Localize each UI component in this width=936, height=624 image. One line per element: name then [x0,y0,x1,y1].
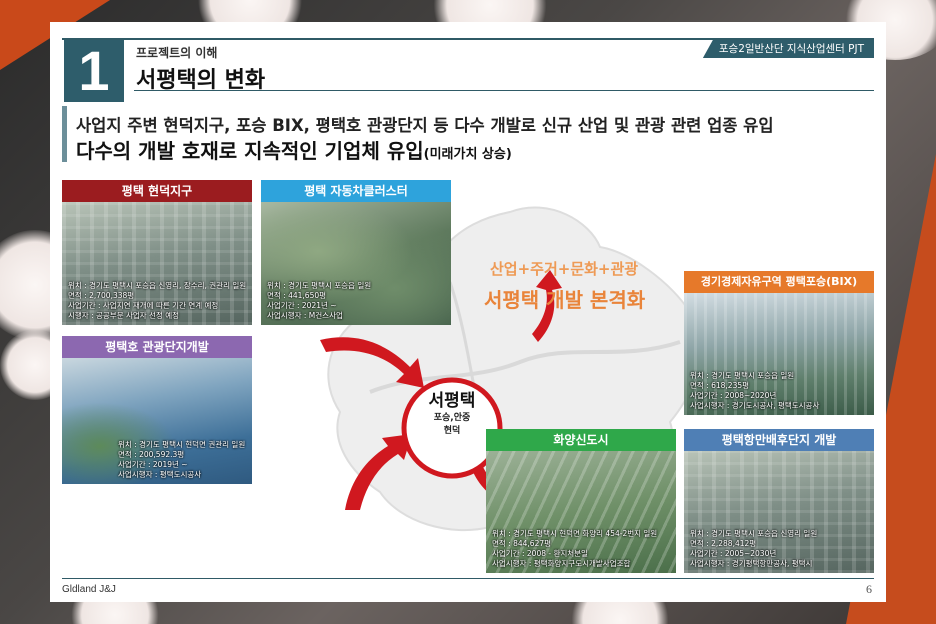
aerial-image: 위치 : 경기도 평택시 포승읍 일원 면적 : 618,235평 사업기간 :… [684,293,874,415]
info-line: 사업시행자 : M건스사업 [267,311,343,320]
aerial-image: 위치 : 경기도 평택시 현덕면 권관리 일원 면적 : 200,592.3평 … [62,358,252,484]
card-lake-tourism: 평택호 관광단지개발 위치 : 경기도 평택시 현덕면 권관리 일원 면적 : … [62,336,252,484]
card-info: 위치 : 경기도 평택시 포승읍 신영리, 장수리, 권관리 일원 면적 : 2… [68,281,246,321]
footer-rule [62,578,874,579]
title-rule [134,90,874,91]
lead-line-1: 사업지 주변 현덕지구, 포승 BIX, 평택호 관광단지 등 다수 개발로 신… [76,116,774,135]
card-title: 평택호 관광단지개발 [62,336,252,358]
info-line: 사업기간 : 사업지연 재개에 따른 기간 연계 예정 [68,301,219,310]
info-line: 시행자 : 공공부문 사업자 선정 예정 [68,311,180,320]
info-line: 면적 : 844,627평 [492,539,552,548]
project-tag: 포승2일반산단 지식산업센터 PJT [702,40,874,58]
info-line: 사업기간 : 2005~2030년 [690,549,777,558]
slide: 1 프로젝트의 이해 서평택의 변화 포승2일반산단 지식산업센터 PJT 사업… [50,22,886,602]
card-title: 경기경제자유구역 평택포승(BIX) [684,271,874,293]
card-hyeondeok: 평택 현덕지구 위치 : 경기도 평택시 포승읍 신영리, 장수리, 권관리 일… [62,180,252,325]
aerial-image: 위치 : 경기도 평택시 포승읍 신영리 일원 면적 : 2,288,412평 … [684,451,874,573]
section-number: 1 [64,40,124,102]
center-circle-title: 서평택 [428,391,476,411]
top-rule [62,38,874,40]
info-line: 사업기간 : 2021년 ~ [267,301,337,310]
info-line: 위치 : 경기도 평택시 현덕면 화양리 454-2번지 일원 [492,529,658,538]
info-line: 면적 : 618,235평 [690,381,750,390]
card-info: 위치 : 경기도 평택시 포승읍 신영리 일원 면적 : 2,288,412평 … [690,529,817,569]
card-title: 평택 자동차클러스터 [261,180,451,202]
card-title: 화양신도시 [486,429,676,451]
info-line: 위치 : 경기도 평택시 현덕면 권관리 일원 [118,440,246,449]
card-info: 위치 : 경기도 평택시 현덕면 권관리 일원 면적 : 200,592.3평 … [118,440,245,480]
lead-line-2-main: 다수의 개발 호재로 지속적인 기업체 유입 [76,139,424,163]
info-line: 사업시행자 : 평택화양지구도시개발사업조합 [492,559,631,568]
info-line: 사업기간 : 2008~2020년 [690,391,777,400]
card-title: 평택항만배후단지 개발 [684,429,874,451]
info-line: 위치 : 경기도 평택시 포승읍 일원 [690,371,795,380]
card-info: 위치 : 경기도 평택시 포승읍 일원 면적 : 618,235평 사업기간 :… [690,371,819,411]
card-info: 위치 : 경기도 평택시 현덕면 화양리 454-2번지 일원 면적 : 844… [492,529,657,569]
center-circle-line-1: 포승,안중 [433,413,471,423]
footer-company: Gldland J&J [62,584,116,595]
aerial-image: 위치 : 경기도 평택시 포승읍 신영리, 장수리, 권관리 일원 면적 : 2… [62,202,252,325]
info-line: 사업시행자 : 평택도시공사 [118,470,202,479]
slogan: 산업+주거+문화+관광 [490,260,639,278]
card-port-hinterland: 평택항만배후단지 개발 위치 : 경기도 평택시 포승읍 신영리 일원 면적 :… [684,429,874,573]
info-line: 위치 : 경기도 평택시 포승읍 일원 [267,281,372,290]
card-auto-cluster: 평택 자동차클러스터 위치 : 경기도 평택시 포승읍 일원 면적 : 441,… [261,180,451,325]
card-bix: 경기경제자유구역 평택포승(BIX) 위치 : 경기도 평택시 포승읍 일원 면… [684,271,874,415]
card-info: 위치 : 경기도 평택시 포승읍 일원 면적 : 441,650평 사업기간 :… [267,281,371,321]
info-line: 면적 : 2,288,412평 [690,539,757,548]
lead-accent-bar [62,106,67,162]
info-line: 위치 : 경기도 평택시 포승읍 신영리, 장수리, 권관리 일원 [68,281,247,290]
card-hwayang: 화양신도시 위치 : 경기도 평택시 현덕면 화양리 454-2번지 일원 면적… [486,429,676,573]
card-title: 평택 현덕지구 [62,180,252,202]
development-headline: 서평택 개발 본격화 [484,288,646,312]
info-line: 사업시행자 : 경기도시공사, 평택도시공사 [690,401,820,410]
lead-line-2-suffix: (미래가치 상승) [423,147,512,162]
info-line: 사업기간 : 2008 - 환지처분일 [492,549,588,558]
aerial-image: 위치 : 경기도 평택시 현덕면 화양리 454-2번지 일원 면적 : 844… [486,451,676,573]
aerial-image: 위치 : 경기도 평택시 포승읍 일원 면적 : 441,650평 사업기간 :… [261,202,451,325]
info-line: 사업시행자 : 경기평택항만공사, 평택시 [690,559,813,568]
info-line: 면적 : 2,700,338평 [68,291,135,300]
page-number: 6 [866,582,872,596]
section-subtitle: 프로젝트의 이해 [136,46,218,60]
info-line: 사업기간 : 2019년 ~ [118,460,188,469]
info-line: 위치 : 경기도 평택시 포승읍 신영리 일원 [690,529,818,538]
lead-line-2: 다수의 개발 호재로 지속적인 기업체 유입(미래가치 상승) [76,135,512,164]
info-line: 면적 : 200,592.3평 [118,450,185,459]
info-line: 면적 : 441,650평 [267,291,327,300]
